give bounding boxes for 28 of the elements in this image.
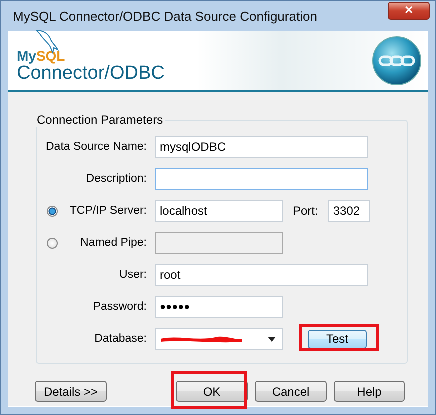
- field-label: Password:: [93, 301, 147, 313]
- chain-link-icon: [372, 36, 422, 86]
- field-label: TCP/IP Server:: [70, 205, 147, 217]
- field-label: User:: [120, 269, 147, 281]
- dialog-button[interactable]: Details >>: [35, 381, 107, 402]
- dialog-button[interactable]: Help: [334, 381, 405, 402]
- product-title: Connector/ODBC: [17, 62, 165, 84]
- input-field[interactable]: root: [155, 264, 368, 286]
- close-button[interactable]: ✕: [388, 2, 430, 20]
- test-button[interactable]: Test: [308, 330, 367, 348]
- radio-button[interactable]: [47, 206, 58, 216]
- dialog-button[interactable]: Cancel: [255, 381, 327, 402]
- database-dropdown[interactable]: [155, 328, 283, 350]
- input-field[interactable]: 3302: [328, 200, 370, 222]
- input-field[interactable]: mysqlODBC: [155, 136, 368, 158]
- input-field[interactable]: ●●●●●: [155, 296, 283, 318]
- field-label: Database:: [94, 333, 147, 345]
- dropdown-caret-icon: [268, 336, 276, 342]
- field-label: Named Pipe:: [80, 237, 147, 249]
- field-label: Data Source Name:: [46, 141, 147, 153]
- group-title: Connection Parameters: [36, 113, 164, 127]
- input-field[interactable]: [155, 168, 368, 190]
- input-field[interactable]: localhost: [155, 200, 283, 222]
- window-title: MySQL Connector/ODBC Data Source Configuration: [12, 8, 318, 24]
- dialog-button[interactable]: OK: [176, 381, 248, 402]
- field-label: Port:: [293, 204, 318, 218]
- mysql-logo: MySQL: [17, 48, 66, 62]
- field-label: Description:: [86, 173, 147, 185]
